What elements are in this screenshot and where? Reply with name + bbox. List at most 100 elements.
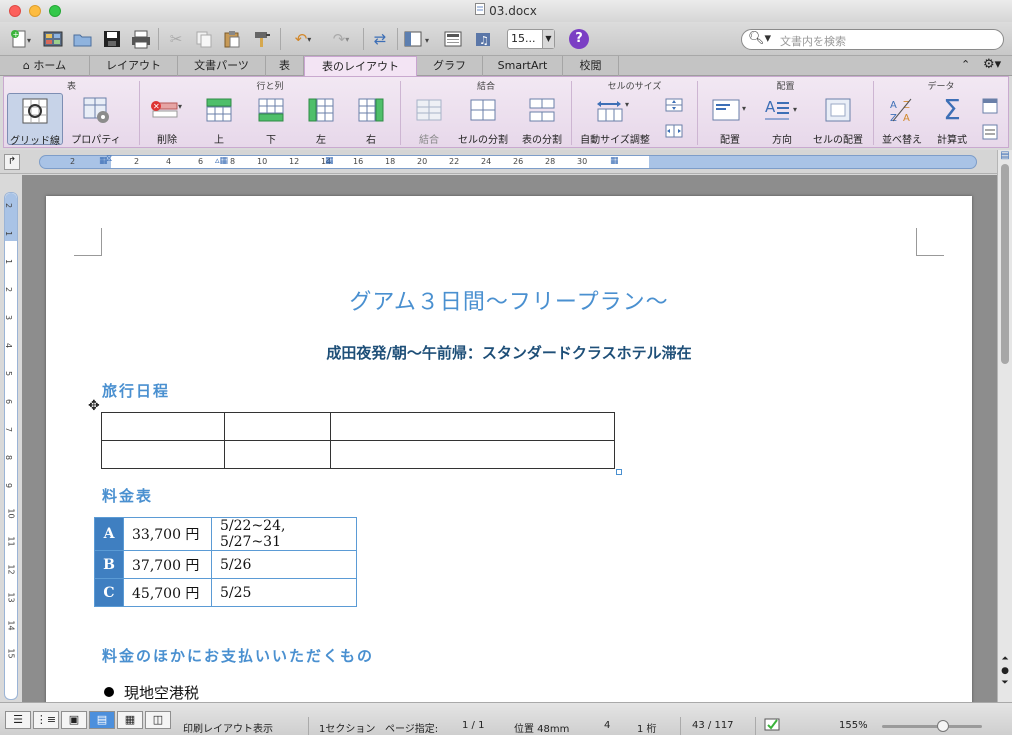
- outline-view-icon[interactable]: ⋮≡: [33, 711, 59, 729]
- price-table[interactable]: A 33,700 円 5/22~24, 5/27~31 B 37,700 円 5…: [94, 517, 357, 607]
- gear-icon[interactable]: ⚙▾: [983, 57, 1001, 72]
- heading-itinerary[interactable]: 旅行日程: [102, 380, 170, 401]
- table-cell[interactable]: [101, 412, 225, 441]
- table-cell[interactable]: [330, 412, 615, 441]
- word-count[interactable]: 43 / 117: [692, 720, 734, 731]
- tab-table[interactable]: 表: [266, 56, 304, 76]
- insert-left-button[interactable]: 左: [304, 95, 338, 146]
- navigation-arrows-icon[interactable]: ⇄: [368, 27, 392, 51]
- insert-above-button[interactable]: 上: [202, 95, 236, 146]
- search-icon[interactable]: 🔍︎▾: [748, 31, 771, 46]
- heading-price-table[interactable]: 料金表: [102, 485, 153, 506]
- sidebar-toggle-icon[interactable]: ▾: [401, 27, 437, 51]
- tab-selector-button[interactable]: ↱: [4, 154, 20, 170]
- open-icon[interactable]: [70, 27, 96, 51]
- tab-table-layout[interactable]: 表のレイアウト: [304, 56, 417, 77]
- zoom-slider[interactable]: [882, 720, 982, 732]
- cell-margins-button[interactable]: セルの配置: [808, 95, 868, 146]
- table-resize-handle[interactable]: [616, 469, 622, 475]
- price-dates-cell[interactable]: 5/25: [211, 578, 357, 607]
- alignment-button[interactable]: ▾ 配置: [706, 95, 754, 146]
- horizontal-ruler[interactable]: 2 2 4 6 8 10 12 14 16 18 20 22 24 26 28 …: [39, 154, 977, 169]
- scrollbar-thumb[interactable]: [1001, 164, 1009, 364]
- focus-view-icon[interactable]: ◫: [145, 711, 171, 729]
- close-window-button[interactable]: [9, 5, 21, 17]
- document-subtitle[interactable]: 成田夜発/朝～午前帰：スタンダードクラスホテル滞在: [46, 342, 972, 363]
- distribute-rows-icon[interactable]: [664, 97, 684, 116]
- save-icon[interactable]: [99, 27, 125, 51]
- tab-layout[interactable]: レイアウト: [90, 56, 178, 76]
- price-label-cell[interactable]: A: [94, 517, 124, 551]
- split-cells-button[interactable]: セルの分割: [454, 95, 512, 146]
- help-icon[interactable]: ?: [569, 29, 589, 49]
- media-browser-icon[interactable]: [440, 27, 466, 51]
- table-move-handle-icon[interactable]: ✥: [88, 398, 100, 414]
- vertical-ruler[interactable]: 2 1 1 2 3 4 5 6 7 8 9 10 11 12 13 14 15: [4, 192, 18, 700]
- price-amount-cell[interactable]: 37,700 円: [123, 550, 212, 579]
- price-amount-cell[interactable]: 33,700 円: [123, 517, 212, 551]
- draft-view-icon[interactable]: ☰: [5, 711, 31, 729]
- tab-document-elements[interactable]: 文書パーツ: [178, 56, 266, 76]
- new-document-icon[interactable]: + ▾: [6, 27, 36, 51]
- column-marker-icon[interactable]: ▦: [610, 156, 619, 166]
- format-painter-icon[interactable]: [250, 27, 276, 51]
- previous-page-icon[interactable]: ⏶: [999, 653, 1011, 665]
- formula-button[interactable]: Σ 計算式: [930, 95, 974, 147]
- table-cell[interactable]: [224, 412, 331, 441]
- publishing-view-icon[interactable]: ▣: [61, 711, 87, 729]
- price-label-cell[interactable]: C: [94, 578, 124, 607]
- table-cell[interactable]: [330, 440, 615, 469]
- sort-button[interactable]: AZZA 並べ替え: [880, 95, 924, 146]
- zoom-select[interactable]: 15... ▼: [507, 29, 555, 49]
- split-table-button[interactable]: 表の分割: [514, 95, 570, 146]
- undo-icon[interactable]: ↶ ▾: [285, 27, 321, 51]
- notebook-view-icon[interactable]: ▦: [117, 711, 143, 729]
- document-title[interactable]: グアム３日間～フリープラン～: [46, 284, 972, 316]
- convert-table-icon[interactable]: [979, 123, 1001, 144]
- page-count[interactable]: 1 / 1: [462, 720, 484, 731]
- price-amount-cell[interactable]: 45,700 円: [123, 578, 212, 607]
- merge-cells-button[interactable]: 結合: [409, 95, 449, 146]
- redo-icon[interactable]: ↷ ▾: [323, 27, 359, 51]
- collapse-ribbon-icon[interactable]: ⌃: [961, 58, 970, 71]
- tab-charts[interactable]: グラフ: [417, 56, 483, 76]
- column-marker-icon[interactable]: ▵▦: [215, 156, 228, 166]
- list-item[interactable]: 現地空港税: [104, 682, 199, 703]
- indent-marker-icon[interactable]: ⧖: [106, 154, 112, 164]
- table-cell[interactable]: [224, 440, 331, 469]
- insert-right-button[interactable]: 右: [354, 95, 388, 146]
- vertical-scrollbar[interactable]: ▤ ⏶ ● ⏷: [997, 150, 1012, 702]
- paste-icon[interactable]: [220, 27, 244, 51]
- delete-button[interactable]: ✕ ▾ 削除: [145, 95, 189, 146]
- zoom-window-button[interactable]: [49, 5, 61, 17]
- repeat-header-rows-icon[interactable]: [979, 97, 1001, 118]
- properties-button[interactable]: プロパティ: [66, 95, 126, 146]
- copy-icon[interactable]: [192, 27, 216, 51]
- search-field[interactable]: 🔍︎▾ 文書内を検索: [741, 29, 1004, 50]
- next-page-icon[interactable]: ⏷: [999, 677, 1011, 689]
- browse-object-icon[interactable]: ●: [999, 665, 1011, 677]
- heading-additional-payments[interactable]: 料金のほかにお支払いいただくもの: [102, 645, 374, 666]
- document-page[interactable]: グアム３日間～フリープラン～ 成田夜発/朝～午前帰：スタンダードクラスホテル滞在…: [46, 196, 972, 706]
- text-direction-button[interactable]: A ▾ 方向: [759, 95, 805, 146]
- distribute-columns-icon[interactable]: [664, 123, 684, 142]
- print-icon[interactable]: [128, 27, 154, 51]
- column-marker-icon[interactable]: ▦: [325, 156, 334, 166]
- autofit-button[interactable]: ▾ 自動サイズ調整: [578, 95, 652, 146]
- tab-home[interactable]: ⌂ ホーム: [0, 56, 90, 76]
- cut-icon[interactable]: ✂: [164, 27, 188, 51]
- price-dates-cell[interactable]: 5/26: [211, 550, 357, 579]
- print-layout-view-icon[interactable]: ▤: [89, 711, 115, 729]
- tab-review[interactable]: 校閲: [563, 56, 619, 76]
- split-view-icon[interactable]: ▤: [999, 150, 1011, 162]
- spelling-check-icon[interactable]: [763, 716, 783, 735]
- gridlines-button[interactable]: グリッド線: [7, 93, 63, 147]
- price-label-cell[interactable]: B: [94, 550, 124, 579]
- tab-smartart[interactable]: SmartArt: [483, 56, 563, 76]
- zoom-slider-knob[interactable]: [937, 720, 949, 732]
- chevron-down-icon[interactable]: ▼: [542, 30, 554, 48]
- minimize-window-button[interactable]: [29, 5, 41, 17]
- itinerary-table[interactable]: [101, 412, 615, 469]
- template-gallery-icon[interactable]: [40, 27, 66, 51]
- insert-below-button[interactable]: 下: [254, 95, 288, 146]
